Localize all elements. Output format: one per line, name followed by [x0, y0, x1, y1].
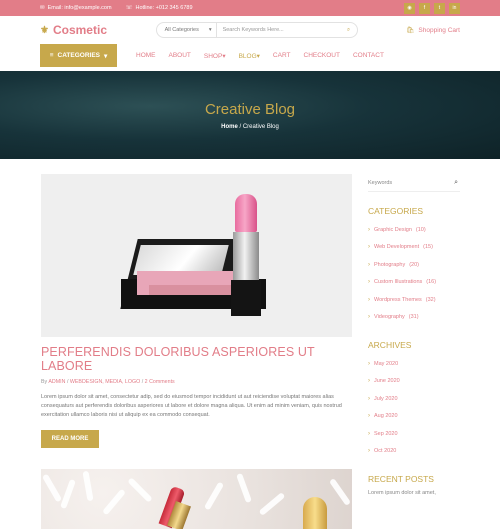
nav-contact[interactable]: CONTACT: [353, 52, 384, 60]
social-links: ◉ f t in: [404, 2, 460, 14]
logo[interactable]: ⚜ Cosmetic: [40, 23, 107, 37]
page-banner: Creative Blog Home / Creative Blog: [0, 71, 500, 159]
chevron-right-icon: ›: [368, 395, 370, 402]
post-author[interactable]: ADMIN: [48, 379, 65, 385]
cart-label: Shopping Cart: [418, 26, 460, 34]
page-title: Creative Blog: [204, 100, 296, 118]
categories-list: › Graphic Design (10) › Web Development (15)…: [368, 221, 460, 326]
nav-home[interactable]: HOME: [136, 52, 156, 60]
category-item[interactable]: › Custom Illustrations (16): [368, 274, 460, 292]
chevron-right-icon: ›: [368, 413, 370, 420]
top-bar: ✉ Email: info@example.com ☏ Hotline: +01…: [0, 0, 500, 16]
perfume-illustration: [303, 497, 327, 529]
sidebar: Keywords ⌕ CATEGORIES › Graphic Design (10…: [368, 174, 460, 529]
archive-item[interactable]: › Aug 2020: [368, 408, 460, 426]
archive-item[interactable]: › Sep 2020: [368, 425, 460, 443]
rss-icon[interactable]: ◉: [404, 2, 415, 14]
post-excerpt: Lorem ipsum dolor sit amet, consectetur …: [41, 394, 342, 418]
categories-heading: CATEGORIES: [368, 206, 424, 216]
chevron-down-icon: ▾: [104, 52, 108, 60]
bag-icon: 🛍: [406, 27, 415, 34]
category-select-value: All Categories: [164, 27, 199, 33]
archive-item[interactable]: › May 2020: [368, 355, 460, 373]
chevron-right-icon: ›: [368, 314, 370, 321]
breadcrumb-current: Creative Blog: [242, 123, 279, 130]
search-icon[interactable]: ⌕: [341, 27, 357, 34]
category-item[interactable]: › Videography (31): [368, 309, 460, 327]
categories-button[interactable]: ≡ CATEGORIES ▾: [40, 44, 117, 67]
lipstick-illustration: [230, 194, 262, 316]
breadcrumb: Home / Creative Blog: [221, 123, 279, 130]
chevron-right-icon: ›: [368, 378, 370, 385]
logo-icon: ⚜: [40, 24, 49, 36]
chevron-right-icon: ›: [368, 296, 370, 303]
category-item[interactable]: › Wordpress Themes (32): [368, 291, 460, 309]
nav-cart[interactable]: CART: [273, 52, 291, 60]
nav-checkout[interactable]: CHECKOUT: [304, 52, 340, 60]
chevron-right-icon: ›: [368, 279, 370, 286]
category-select[interactable]: All Categories ▾: [157, 23, 217, 37]
email-info[interactable]: ✉ Email: info@example.com: [40, 5, 112, 11]
recent-post-item[interactable]: Lorem ipsum dolor sit amet,: [368, 490, 460, 496]
menu: HOME ABOUT SHOP▾ BLOG▾ CART CHECKOUT CON…: [136, 52, 384, 60]
chevron-down-icon: ▾: [208, 27, 212, 33]
category-item[interactable]: › Graphic Design (10): [368, 221, 460, 239]
chevron-right-icon: ›: [368, 360, 370, 367]
nav-blog[interactable]: BLOG▾: [239, 52, 260, 60]
chevron-right-icon: ›: [368, 261, 370, 268]
post-image[interactable]: [41, 174, 352, 337]
chevron-right-icon: ›: [368, 430, 370, 437]
post-title[interactable]: PERFERENDIS DOLORIBUS ASPERIORES UT LABO…: [41, 345, 352, 373]
nav-shop[interactable]: SHOP▾: [204, 52, 226, 60]
menu-icon: ≡: [49, 52, 54, 59]
hotline-info[interactable]: ☏ Hotline: +012 345 6789: [126, 5, 193, 11]
mail-icon: ✉: [40, 5, 45, 11]
shopping-cart-link[interactable]: 🛍 Shopping Cart: [406, 26, 460, 35]
blog-list: PERFERENDIS DOLORIBUS ASPERIORES UT LABO…: [41, 174, 352, 529]
post-image-2[interactable]: [41, 469, 352, 529]
archive-item[interactable]: › June 2020: [368, 373, 460, 391]
main-nav: ≡ CATEGORIES ▾ HOME ABOUT SHOP▾ BLOG▾ CA…: [0, 44, 500, 67]
email-text: Email: info@example.com: [47, 5, 112, 11]
archive-item[interactable]: › Oct 2020: [368, 443, 460, 461]
sidebar-search-input[interactable]: Keywords: [368, 180, 392, 186]
post-comments[interactable]: 2 Comments: [145, 379, 175, 385]
archives-list: › May 2020 › June 2020 › July 2020 › Aug 202…: [368, 355, 460, 460]
sidebar-search: Keywords ⌕: [368, 174, 460, 192]
header-search: All Categories ▾ Search Keywords Here...…: [155, 22, 358, 38]
chevron-right-icon: ›: [368, 226, 370, 233]
phone-icon: ☏: [125, 5, 133, 11]
recent-posts-heading: RECENT POSTS: [368, 474, 434, 484]
twitter-icon[interactable]: t: [434, 2, 445, 14]
breadcrumb-home[interactable]: Home: [221, 124, 238, 130]
facebook-icon[interactable]: f: [419, 2, 430, 14]
linkedin-icon[interactable]: in: [449, 2, 460, 14]
header: ⚜ Cosmetic All Categories ▾ Search Keywo…: [0, 16, 500, 44]
categories-label: CATEGORIES: [57, 52, 101, 59]
category-item[interactable]: › Web Development (15): [368, 239, 460, 257]
content: PERFERENDIS DOLORIBUS ASPERIORES UT LABO…: [0, 159, 500, 529]
search-input[interactable]: Search Keywords Here...: [217, 27, 341, 33]
post-meta: By ADMIN / WEBDESIGN, MEDIA, LOGO / 2 Co…: [41, 379, 175, 385]
search-icon[interactable]: ⌕: [454, 179, 458, 187]
chevron-right-icon: ›: [368, 244, 370, 251]
post-categories[interactable]: WEBDESIGN, MEDIA, LOGO: [70, 379, 140, 385]
hotline-text: Hotline: +012 345 6789: [135, 5, 193, 11]
chevron-right-icon: ›: [368, 448, 370, 455]
read-more-button[interactable]: READ MORE: [41, 430, 99, 449]
archive-item[interactable]: › July 2020: [368, 390, 460, 408]
archives-heading: ARCHIVES: [368, 340, 412, 350]
nav-about[interactable]: ABOUT: [169, 52, 191, 60]
logo-text: Cosmetic: [52, 23, 107, 37]
category-item[interactable]: › Photography (20): [368, 256, 460, 274]
